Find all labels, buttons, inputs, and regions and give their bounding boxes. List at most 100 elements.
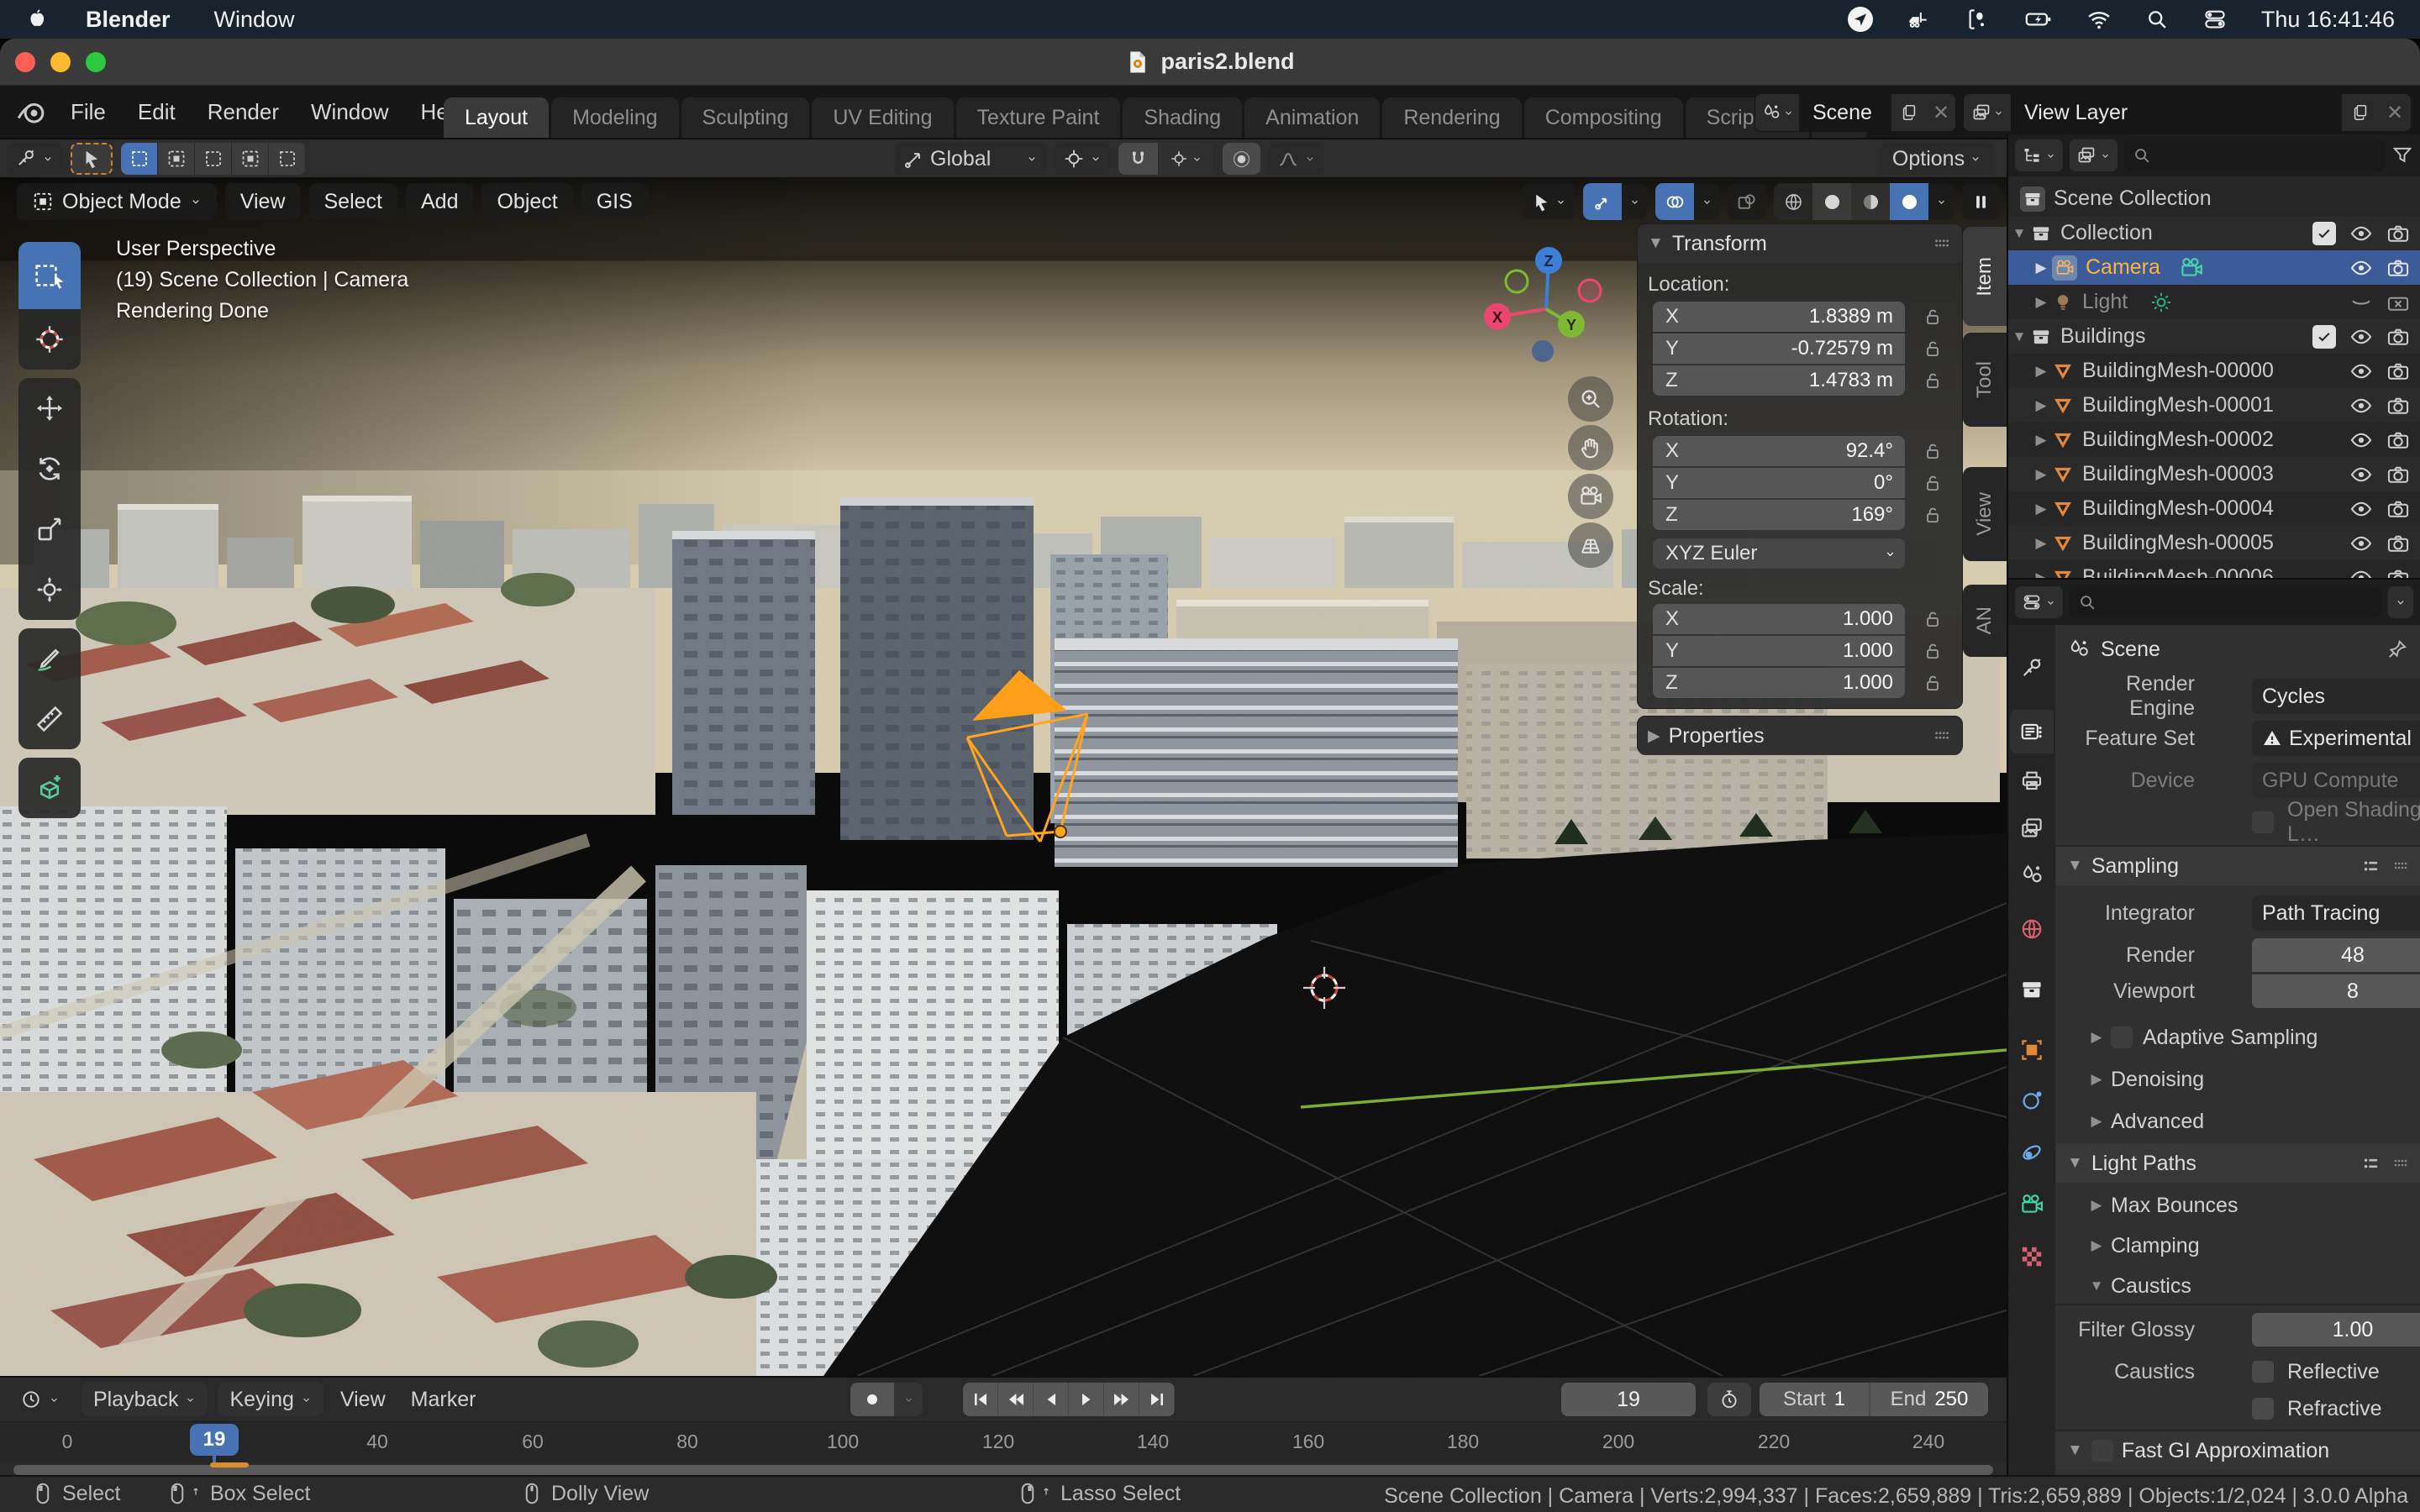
collection-checkbox[interactable]: [2312, 222, 2336, 245]
properties-tab-physics[interactable]: [2010, 1131, 2054, 1174]
viewport-menu-view[interactable]: View: [225, 183, 301, 220]
shading-solid-button[interactable]: [1812, 183, 1851, 220]
tool-rotate[interactable]: [18, 438, 81, 499]
outliner-row-buildingmesh[interactable]: ▶BuildingMesh-00000: [2008, 354, 2420, 388]
outliner-filter-mode-dropdown[interactable]: [2070, 139, 2118, 171]
workspace-tab-texture-paint[interactable]: Texture Paint: [956, 97, 1121, 138]
outliner-row-buildingmesh[interactable]: ▶BuildingMesh-00006: [2008, 560, 2420, 580]
spotlight-icon[interactable]: [2145, 8, 2169, 31]
disclosure-icon[interactable]: ▶: [2086, 1197, 2107, 1214]
navigation-gizmo[interactable]: Z X Y: [1477, 242, 1628, 376]
workspace-tab-rendering[interactable]: Rendering: [1382, 97, 1521, 138]
timeline-menu-keying[interactable]: Keying: [218, 1383, 323, 1416]
device-dropdown[interactable]: GPU Compute: [2252, 763, 2420, 798]
scale-y-field[interactable]: Y1.000: [1653, 636, 1905, 666]
proportional-editing-toggle[interactable]: [1223, 143, 1260, 175]
location-y-field[interactable]: Y-0.72579 m: [1653, 333, 1905, 364]
next-keyframe-button[interactable]: [1104, 1383, 1139, 1416]
drag-grip-icon[interactable]: [2390, 856, 2410, 876]
tool-scale[interactable]: [18, 499, 81, 559]
select-mode-intersect[interactable]: [269, 143, 306, 175]
view-layer-browse-button[interactable]: [1964, 94, 2011, 131]
show-overlays-toggle[interactable]: [1655, 183, 1694, 220]
view-layer-copy-button[interactable]: [2342, 94, 2379, 131]
disable-render-icon[interactable]: [2386, 428, 2410, 452]
hide-eye-icon[interactable]: [2349, 566, 2373, 580]
viewport-menu-object[interactable]: Object: [481, 183, 572, 220]
gizmos-dropdown[interactable]: [1622, 183, 1647, 220]
fast-gi-section-header[interactable]: ▼Fast GI Approximation: [2055, 1431, 2420, 1470]
hide-eye-icon[interactable]: [2349, 497, 2373, 521]
start-frame-field[interactable]: Start1: [1760, 1383, 1870, 1416]
active-tool-button[interactable]: [71, 143, 113, 175]
filter-icon[interactable]: [2391, 144, 2413, 166]
disable-render-icon[interactable]: [2386, 566, 2410, 580]
outliner-row-buildingmesh[interactable]: ▶BuildingMesh-00001: [2008, 388, 2420, 423]
reflective-checkbox[interactable]: [2252, 1361, 2274, 1383]
snap-settings-dropdown[interactable]: [1159, 143, 1214, 175]
menu-edit[interactable]: Edit: [138, 99, 176, 125]
pin-icon[interactable]: [2386, 638, 2408, 660]
disable-render-icon[interactable]: [2386, 532, 2410, 555]
disable-render-icon[interactable]: [2386, 325, 2410, 349]
workspace-tab-shading[interactable]: Shading: [1123, 97, 1242, 138]
disclosure-icon[interactable]: ▶: [2086, 1029, 2107, 1046]
render-pause-button[interactable]: [1962, 183, 2000, 220]
transform-panel-header[interactable]: ▼Transform: [1638, 224, 1962, 263]
feature-set-dropdown[interactable]: Experimental: [2252, 721, 2420, 756]
auto-keyframe-toggle[interactable]: [850, 1383, 894, 1416]
lock-icon[interactable]: [1922, 306, 1944, 328]
outliner-search-input[interactable]: [2124, 140, 2385, 171]
denoising-row[interactable]: ▶Denoising: [2055, 1062, 2420, 1097]
scale-z-field[interactable]: Z1.000: [1653, 668, 1905, 698]
menu-bar-clock[interactable]: Thu 16:41:46: [2261, 7, 2395, 33]
disclosure-icon[interactable]: ▶: [2030, 466, 2052, 483]
properties-tab-scene[interactable]: [2010, 853, 2054, 897]
refractive-checkbox[interactable]: [2252, 1398, 2274, 1420]
scene-copy-button[interactable]: [1891, 94, 1927, 131]
transform-orientation-dropdown[interactable]: Global: [895, 143, 1046, 175]
properties-tab-world[interactable]: [2010, 907, 2054, 951]
previous-keyframe-button[interactable]: [998, 1383, 1034, 1416]
osl-checkbox[interactable]: [2252, 811, 2274, 833]
keying-set-dropdown[interactable]: [894, 1383, 923, 1416]
integrator-dropdown[interactable]: Path Tracing: [2252, 895, 2420, 931]
jump-to-start-button[interactable]: [963, 1383, 998, 1416]
disable-render-icon[interactable]: [2386, 394, 2410, 417]
viewport-pan-button[interactable]: [1568, 425, 1613, 470]
caustics-row[interactable]: ▼Caustics: [2055, 1268, 2420, 1304]
disclosure-icon[interactable]: ▶: [2086, 1113, 2107, 1130]
outliner-row-buildingmesh[interactable]: ▶BuildingMesh-00005: [2008, 526, 2420, 560]
rotation-z-field[interactable]: Z169°: [1653, 500, 1905, 530]
disable-render-icon[interactable]: [2386, 222, 2410, 245]
rotation-y-field[interactable]: Y0°: [1653, 468, 1905, 498]
advanced-row[interactable]: ▶Advanced: [2055, 1104, 2420, 1139]
timeline-menu-view[interactable]: View: [340, 1388, 386, 1412]
hide-eye-icon[interactable]: [2349, 325, 2373, 349]
forklift-icon[interactable]: [1907, 7, 1932, 32]
show-gizmos-toggle[interactable]: [1583, 183, 1622, 220]
jump-to-end-button[interactable]: [1139, 1383, 1175, 1416]
workspace-tab-animation[interactable]: Animation: [1244, 97, 1380, 138]
hide-eye-icon[interactable]: [2349, 360, 2373, 383]
disclosure-icon[interactable]: ▶: [2030, 501, 2052, 517]
tool-measure[interactable]: [18, 689, 81, 749]
location-x-field[interactable]: X1.8389 m: [1653, 302, 1905, 332]
drag-grip-icon[interactable]: [1930, 233, 1952, 255]
adaptive-sampling-row[interactable]: ▶Adaptive Sampling: [2055, 1020, 2420, 1055]
outliner-row-collection[interactable]: ▼Collection: [2008, 216, 2420, 250]
control-center-icon[interactable]: [2202, 7, 2228, 32]
shading-wireframe-button[interactable]: [1774, 183, 1812, 220]
disclosure-icon[interactable]: ▶: [2086, 1237, 2107, 1254]
light-paths-section-header[interactable]: ▼Light Paths: [2055, 1144, 2420, 1183]
properties-tab-output[interactable]: [2010, 759, 2054, 802]
fast-gi-checkbox[interactable]: [2091, 1440, 2113, 1462]
playhead[interactable]: 19: [190, 1424, 239, 1456]
hide-eye-icon[interactable]: [2349, 532, 2373, 555]
outliner-row-scene-collection[interactable]: Scene Collection: [2008, 181, 2420, 216]
object-visibility-dropdown[interactable]: [1523, 183, 1575, 220]
properties-panel-header[interactable]: ▶Properties: [1638, 717, 1962, 755]
viewport-menu-add[interactable]: Add: [406, 183, 473, 220]
end-frame-field[interactable]: End250: [1870, 1383, 1988, 1416]
disclosure-icon[interactable]: ▶: [2030, 397, 2052, 414]
